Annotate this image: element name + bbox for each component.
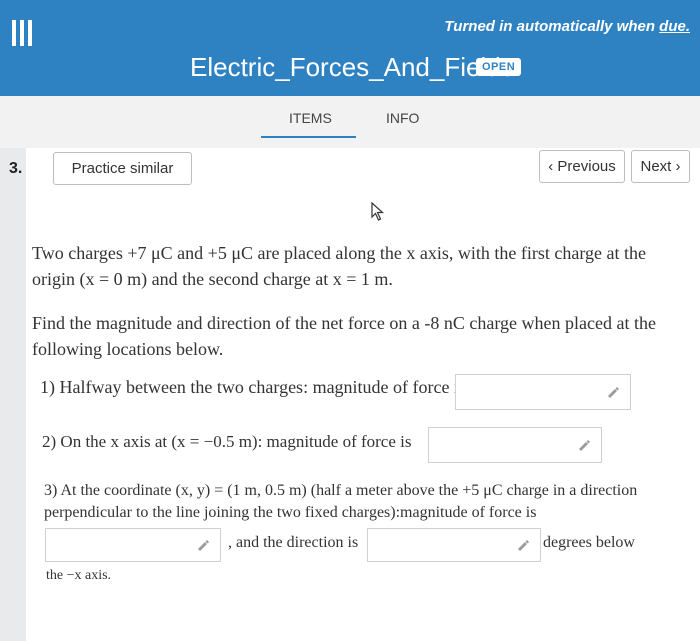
part-3-magnitude-input[interactable] (45, 528, 221, 562)
part-2-label: 2) On the x axis at (x = −0.5 m): magnit… (42, 432, 412, 451)
tab-items[interactable]: ITEMS (289, 110, 332, 126)
previous-button[interactable]: ‹ Previous (539, 150, 625, 183)
question-panel: Practice similar ‹ Previous Next › Two c… (26, 148, 700, 641)
part-2-magnitude-input[interactable] (428, 427, 602, 463)
mouse-cursor-icon (371, 202, 385, 221)
pencil-icon (198, 540, 209, 551)
degrees-below-label: degrees below (543, 534, 635, 551)
tab-bar: ITEMS INFO (0, 96, 700, 148)
problem-statement: Two charges +7 μC and +5 μC are placed a… (32, 243, 647, 289)
turned-in-notice: Turned in automatically when due. (444, 18, 690, 35)
question-number: 3. (9, 160, 23, 177)
practice-similar-button[interactable]: Practice similar (53, 152, 192, 185)
direction-reference-label: the −x axis. (46, 568, 112, 583)
due-link[interactable]: due. (659, 18, 690, 35)
pencil-icon (579, 440, 590, 451)
part-3-label: 3) At the coordinate (x, y) = (1 m, 0.5 … (44, 482, 638, 521)
part-3-direction-input[interactable] (367, 528, 541, 562)
direction-label: , and the direction is (228, 534, 359, 551)
next-button[interactable]: Next › (631, 150, 690, 183)
pencil-icon (518, 540, 529, 551)
turned-in-text: Turned in automatically when (444, 18, 655, 35)
status-badge: OPEN (476, 58, 522, 76)
pencil-icon (608, 387, 619, 398)
part-1-label: 1) Halfway between the two charges: magn… (40, 377, 467, 397)
assignment-title: Electric_Forces_And_Fields (190, 52, 514, 82)
header-bar: Turned in automatically when due. Electr… (0, 0, 700, 96)
problem-instructions: Find the magnitude and direction of the … (32, 313, 656, 359)
part-1-magnitude-input[interactable] (455, 374, 631, 410)
active-tab-indicator (261, 136, 356, 138)
hamburger-menu-icon[interactable] (12, 20, 32, 46)
tab-info[interactable]: INFO (386, 110, 419, 126)
